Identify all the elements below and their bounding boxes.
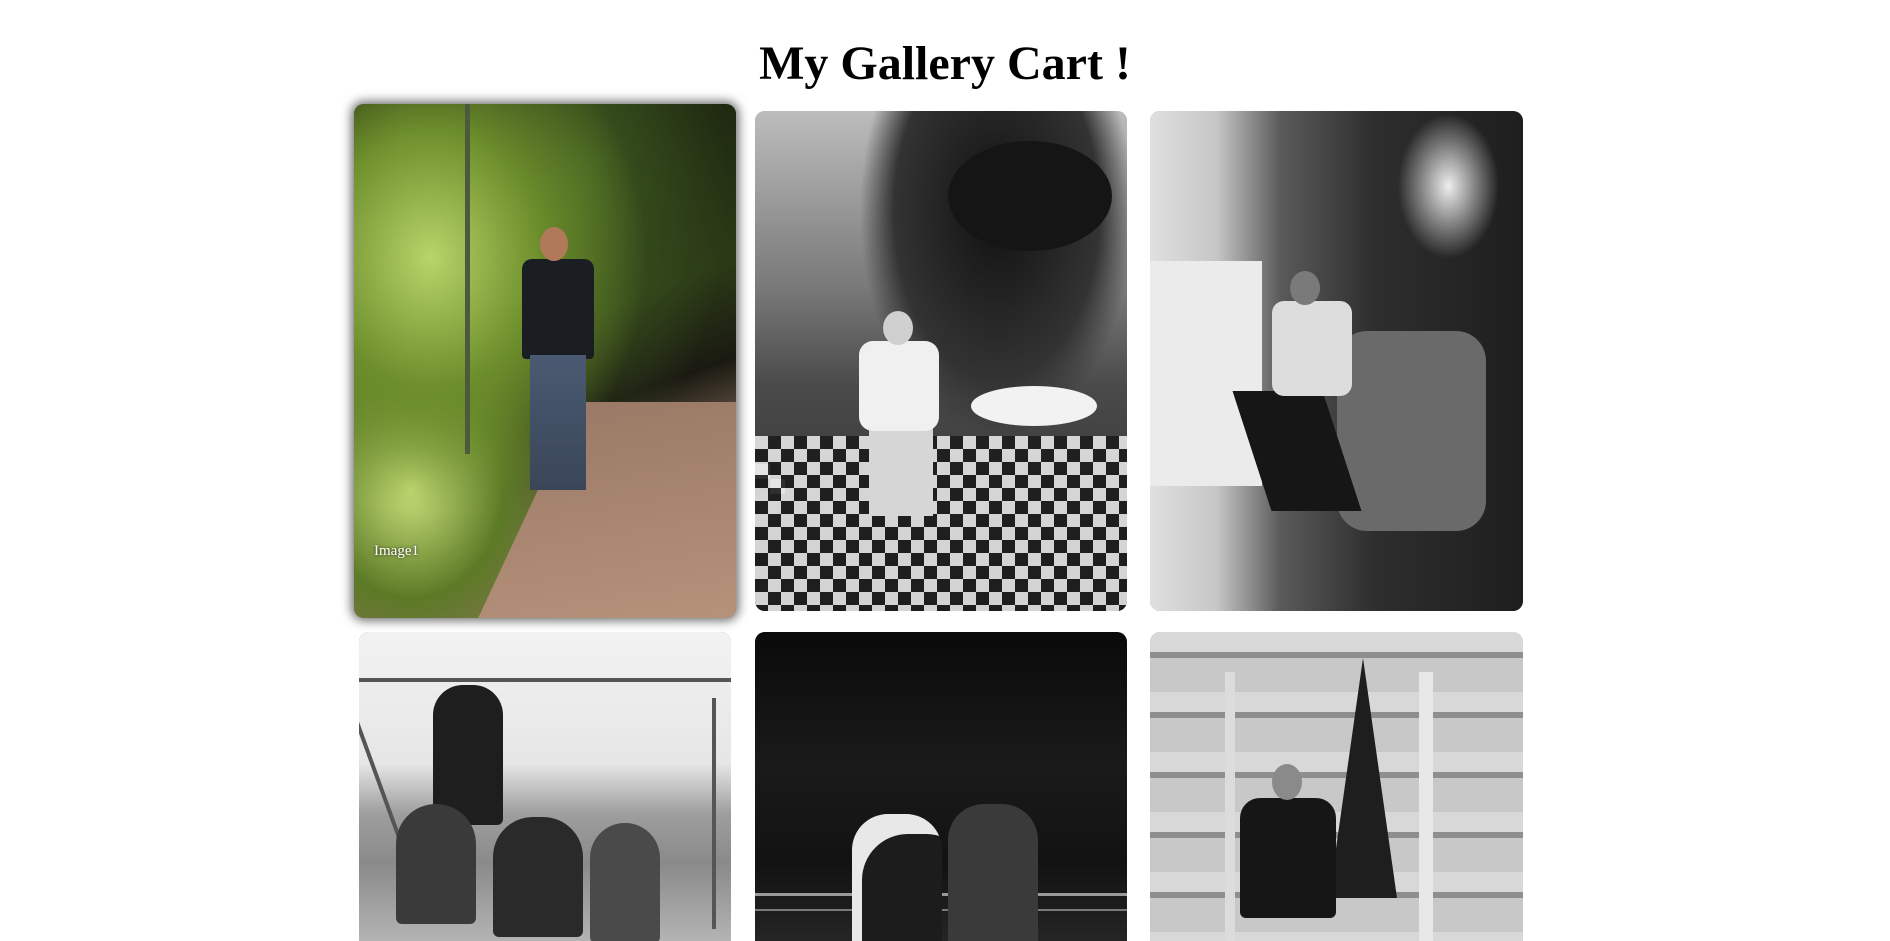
photo-subject <box>1232 764 1342 941</box>
photo-subject <box>522 227 595 571</box>
gallery-image-1 <box>354 104 736 618</box>
gallery-card-4[interactable] <box>359 632 731 941</box>
gallery-image-5 <box>755 632 1127 941</box>
gallery-image-4 <box>359 632 731 941</box>
gallery-card-6[interactable] <box>1150 632 1523 941</box>
gallery-card-2[interactable] <box>755 111 1127 611</box>
gallery-card-3[interactable] <box>1150 111 1523 611</box>
photo-detail <box>464 104 470 454</box>
photo-subject <box>859 311 940 601</box>
gallery-card-5[interactable] <box>755 632 1127 941</box>
page-title: My Gallery Cart ! <box>759 37 1131 90</box>
gallery-image-6 <box>1150 632 1523 941</box>
gallery-image-2 <box>755 111 1127 611</box>
gallery-card-1[interactable]: Image1 <box>354 104 736 618</box>
photo-subject <box>1232 271 1362 596</box>
gallery-image-3 <box>1150 111 1523 611</box>
image-caption: Image1 <box>374 543 419 559</box>
gallery-page: My Gallery Cart ! Image1 <box>0 0 1890 941</box>
